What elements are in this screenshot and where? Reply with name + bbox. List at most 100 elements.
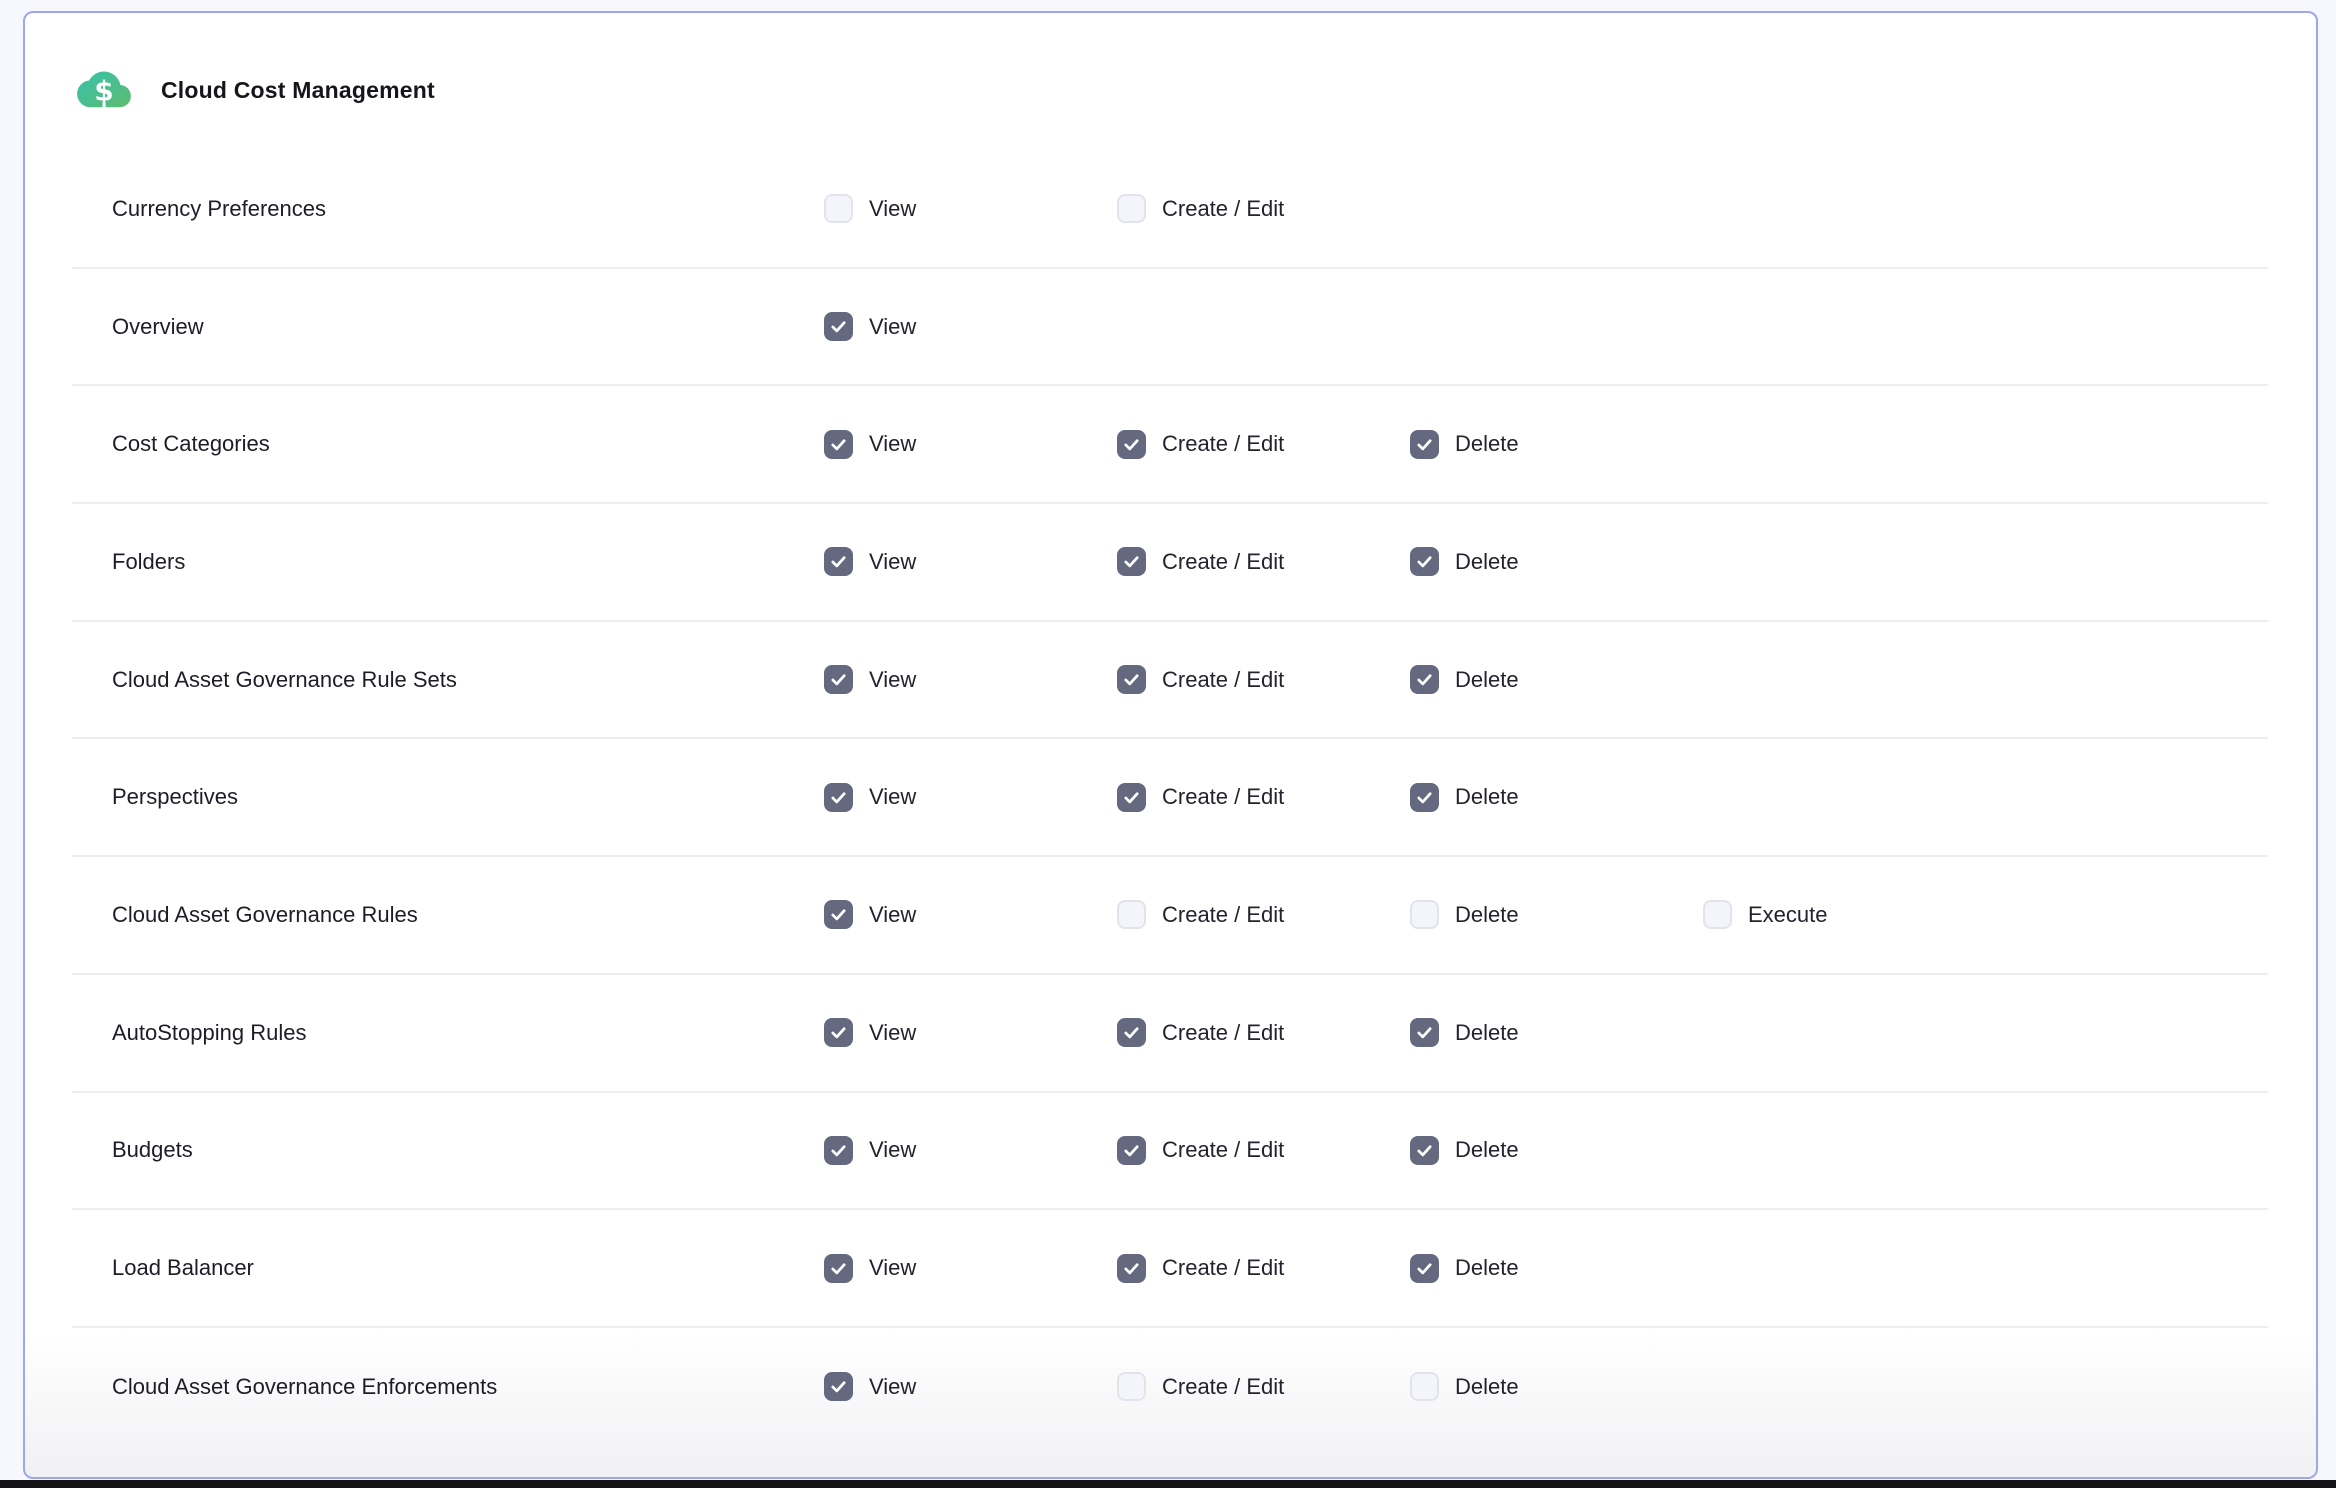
permission-label: Delete xyxy=(1455,431,1519,457)
unchecked-checkbox-icon[interactable] xyxy=(1703,900,1732,929)
permission-label: View xyxy=(869,196,916,222)
checkbox-cell-delete[interactable]: Delete xyxy=(1410,1018,1703,1047)
checked-checkbox-icon[interactable] xyxy=(1117,783,1146,812)
checkbox-cell-create-edit[interactable]: Create / Edit xyxy=(1117,900,1410,929)
checked-checkbox-icon[interactable] xyxy=(824,1136,853,1165)
checked-checkbox-icon[interactable] xyxy=(1410,1136,1439,1165)
checked-checkbox-icon[interactable] xyxy=(1410,1254,1439,1283)
resource-name: Currency Preferences xyxy=(112,196,824,222)
checked-checkbox-icon[interactable] xyxy=(1117,1136,1146,1165)
checkbox-cell-view[interactable]: View xyxy=(824,547,1117,576)
checked-checkbox-icon[interactable] xyxy=(824,1372,853,1401)
cloud-cost-management-icon: $ xyxy=(77,67,131,114)
permission-label: Create / Edit xyxy=(1162,1137,1284,1163)
checked-checkbox-icon[interactable] xyxy=(1117,547,1146,576)
permission-row: Overview View xyxy=(72,269,2268,387)
checkbox-cell-create-edit[interactable]: Create / Edit xyxy=(1117,1254,1410,1283)
checked-checkbox-icon[interactable] xyxy=(824,1254,853,1283)
resource-name: Budgets xyxy=(112,1137,824,1163)
svg-text:$: $ xyxy=(94,74,113,107)
checkbox-cell-delete[interactable]: Delete xyxy=(1410,1136,1703,1165)
permission-label: Create / Edit xyxy=(1162,431,1284,457)
permission-label: View xyxy=(869,1137,916,1163)
module-title: Cloud Cost Management xyxy=(161,77,435,104)
checked-checkbox-icon[interactable] xyxy=(1117,430,1146,459)
checkbox-cell-delete[interactable]: Delete xyxy=(1410,665,1703,694)
permission-label: Create / Edit xyxy=(1162,1374,1284,1400)
checkbox-cell-delete[interactable]: Delete xyxy=(1410,430,1703,459)
permission-label: Create / Edit xyxy=(1162,1255,1284,1281)
permission-label: Delete xyxy=(1455,784,1519,810)
permission-label: Delete xyxy=(1455,902,1519,928)
checked-checkbox-icon[interactable] xyxy=(824,665,853,694)
unchecked-checkbox-icon[interactable] xyxy=(824,194,853,223)
checkbox-cell-delete[interactable]: Delete xyxy=(1410,1372,1703,1401)
checkbox-cell-view[interactable]: View xyxy=(824,1018,1117,1047)
permission-label: Create / Edit xyxy=(1162,667,1284,693)
checkbox-cell-create-edit[interactable]: Create / Edit xyxy=(1117,430,1410,459)
permission-label: View xyxy=(869,1255,916,1281)
checked-checkbox-icon[interactable] xyxy=(1410,1018,1439,1047)
checkbox-cell-view[interactable]: View xyxy=(824,1254,1117,1283)
unchecked-checkbox-icon[interactable] xyxy=(1117,194,1146,223)
checked-checkbox-icon[interactable] xyxy=(824,1018,853,1047)
resource-name: Perspectives xyxy=(112,784,824,810)
checkbox-cell-delete[interactable]: Delete xyxy=(1410,783,1703,812)
resource-name: Cost Categories xyxy=(112,431,824,457)
checked-checkbox-icon[interactable] xyxy=(1410,547,1439,576)
permission-row: Cloud Asset Governance Enforcements View… xyxy=(72,1328,2268,1446)
permission-row: Currency Preferences View Create / Edit xyxy=(72,151,2268,269)
permission-label: Delete xyxy=(1455,1374,1519,1400)
checkbox-cell-view[interactable]: View xyxy=(824,900,1117,929)
permission-row: Cloud Asset Governance Rule Sets View Cr… xyxy=(72,622,2268,740)
permission-label: Create / Edit xyxy=(1162,1020,1284,1046)
permission-row: AutoStopping Rules View Create / Edit De… xyxy=(72,975,2268,1093)
checkbox-cell-view[interactable]: View xyxy=(824,1372,1117,1401)
resource-name: Cloud Asset Governance Rule Sets xyxy=(112,667,824,693)
permission-label: Delete xyxy=(1455,1255,1519,1281)
checkbox-cell-create-edit[interactable]: Create / Edit xyxy=(1117,1372,1410,1401)
checkbox-cell-view[interactable]: View xyxy=(824,430,1117,459)
checkbox-cell-create-edit[interactable]: Create / Edit xyxy=(1117,665,1410,694)
permission-label: View xyxy=(869,549,916,575)
checkbox-cell-view[interactable]: View xyxy=(824,783,1117,812)
permission-label: Create / Edit xyxy=(1162,549,1284,575)
checked-checkbox-icon[interactable] xyxy=(1117,665,1146,694)
checkbox-cell-delete[interactable]: Delete xyxy=(1410,900,1703,929)
checkbox-cell-view[interactable]: View xyxy=(824,312,1117,341)
checked-checkbox-icon[interactable] xyxy=(1117,1018,1146,1047)
unchecked-checkbox-icon[interactable] xyxy=(1410,900,1439,929)
checked-checkbox-icon[interactable] xyxy=(824,547,853,576)
permission-label: Create / Edit xyxy=(1162,784,1284,810)
resource-name: AutoStopping Rules xyxy=(112,1020,824,1046)
checked-checkbox-icon[interactable] xyxy=(824,312,853,341)
checked-checkbox-icon[interactable] xyxy=(1410,665,1439,694)
checkbox-cell-view[interactable]: View xyxy=(824,665,1117,694)
checkbox-cell-delete[interactable]: Delete xyxy=(1410,1254,1703,1283)
unchecked-checkbox-icon[interactable] xyxy=(1410,1372,1439,1401)
checkbox-cell-create-edit[interactable]: Create / Edit xyxy=(1117,783,1410,812)
checkbox-cell-execute[interactable]: Execute xyxy=(1703,900,2268,929)
checkbox-cell-create-edit[interactable]: Create / Edit xyxy=(1117,547,1410,576)
checkbox-cell-view[interactable]: View xyxy=(824,1136,1117,1165)
checkbox-cell-delete[interactable]: Delete xyxy=(1410,547,1703,576)
permission-row: Perspectives View Create / Edit Delete xyxy=(72,739,2268,857)
permissions-card: $ Cloud Cost Management Currency Prefere… xyxy=(23,11,2318,1479)
permission-label: View xyxy=(869,667,916,693)
checked-checkbox-icon[interactable] xyxy=(1410,430,1439,459)
checked-checkbox-icon[interactable] xyxy=(824,430,853,459)
checked-checkbox-icon[interactable] xyxy=(824,783,853,812)
checked-checkbox-icon[interactable] xyxy=(1117,1254,1146,1283)
checkbox-cell-create-edit[interactable]: Create / Edit xyxy=(1117,1018,1410,1047)
checkbox-cell-create-edit[interactable]: Create / Edit xyxy=(1117,1136,1410,1165)
permission-label: Execute xyxy=(1748,902,1828,928)
unchecked-checkbox-icon[interactable] xyxy=(1117,900,1146,929)
resource-name: Cloud Asset Governance Enforcements xyxy=(112,1374,824,1400)
unchecked-checkbox-icon[interactable] xyxy=(1117,1372,1146,1401)
permission-row: Cloud Asset Governance Rules View Create… xyxy=(72,857,2268,975)
checked-checkbox-icon[interactable] xyxy=(1410,783,1439,812)
permission-row: Budgets View Create / Edit Delete xyxy=(72,1093,2268,1211)
checkbox-cell-view[interactable]: View xyxy=(824,194,1117,223)
checked-checkbox-icon[interactable] xyxy=(824,900,853,929)
checkbox-cell-create-edit[interactable]: Create / Edit xyxy=(1117,194,1410,223)
